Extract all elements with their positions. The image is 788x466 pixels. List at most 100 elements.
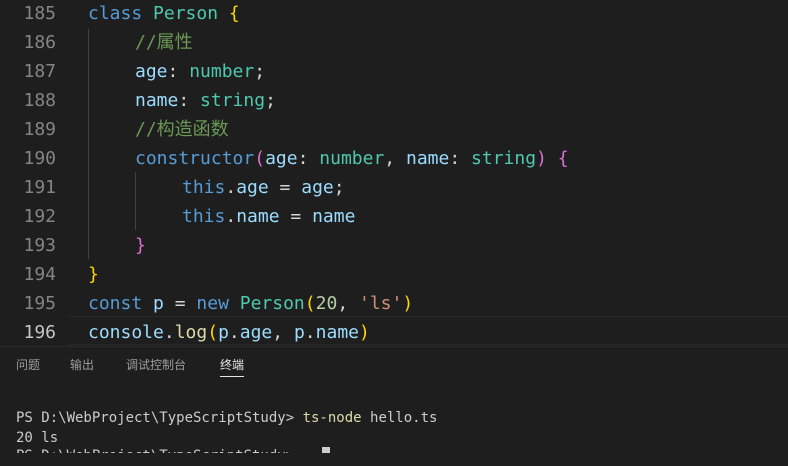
code-token: ( bbox=[254, 148, 266, 169]
code-token: name bbox=[312, 206, 356, 227]
code-line[interactable]: 195 const p = new Person(20, 'ls') bbox=[0, 289, 788, 318]
code-token: ; bbox=[265, 90, 276, 111]
code-token: { bbox=[228, 3, 240, 24]
code-token: Person bbox=[239, 293, 305, 314]
code-line[interactable]: 194} bbox=[0, 260, 788, 289]
code-token: { bbox=[557, 148, 569, 169]
code-token: new bbox=[196, 293, 240, 314]
line-number: 196 bbox=[23, 322, 56, 343]
code-token: //构造函数 bbox=[135, 119, 229, 140]
code-token: p bbox=[153, 293, 164, 314]
code-token: = bbox=[279, 206, 313, 227]
code-token: ( bbox=[304, 293, 316, 314]
terminal-output: 20 ls bbox=[16, 430, 59, 446]
code-token: string bbox=[200, 90, 266, 111]
code-token: , bbox=[337, 293, 359, 314]
code-token: age bbox=[239, 322, 273, 343]
terminal-cursor bbox=[322, 447, 330, 453]
code-text: age: number; bbox=[135, 57, 265, 86]
code-token: const bbox=[88, 293, 154, 314]
line-number: 186 bbox=[23, 32, 56, 53]
code-line[interactable]: 190 constructor(age: number, name: string… bbox=[0, 144, 788, 173]
code-line[interactable]: 196 console.log(p.age, p.name) bbox=[0, 318, 788, 346]
code-token: class bbox=[88, 3, 154, 24]
panel-tabs: 问题 输出 调试控制台 终端 bbox=[0, 347, 788, 383]
code-token: : bbox=[449, 148, 472, 169]
code-token: Person bbox=[153, 3, 229, 24]
code-token: = bbox=[163, 293, 197, 314]
code-token: ; bbox=[254, 61, 266, 82]
code-text: this.name = name bbox=[182, 202, 355, 231]
code-line[interactable]: 185 class Person { bbox=[0, 0, 788, 28]
code-token: ) bbox=[359, 322, 370, 343]
code-token: . bbox=[225, 206, 237, 227]
code-text: //属性 bbox=[135, 28, 193, 57]
code-token: log bbox=[174, 322, 208, 343]
code-token: 'ls' bbox=[359, 293, 403, 314]
code-token: . bbox=[228, 322, 240, 343]
code-token: ( bbox=[207, 322, 219, 343]
code-token: console bbox=[88, 322, 164, 343]
code-line[interactable]: 192 this.name = name bbox=[0, 202, 788, 231]
code-text: } bbox=[88, 260, 99, 289]
code-token: age bbox=[301, 177, 334, 198]
code-token: . bbox=[304, 322, 316, 343]
terminal-command: ts-node bbox=[302, 410, 362, 426]
code-token: ) bbox=[402, 293, 414, 314]
terminal-args: hello.ts bbox=[361, 410, 438, 426]
code-token: name bbox=[236, 206, 280, 227]
code-token: ) bbox=[536, 148, 558, 169]
code-token: number bbox=[319, 148, 385, 169]
code-token: : bbox=[167, 61, 190, 82]
code-token: = bbox=[268, 177, 302, 198]
code-token: , bbox=[384, 148, 406, 169]
tab-terminal[interactable]: 终端 bbox=[220, 347, 245, 383]
terminal-line-partial: PS D:\WebProject\TypeScriptStudy> bbox=[16, 448, 295, 464]
code-token: . bbox=[225, 177, 237, 198]
code-token: string bbox=[471, 148, 537, 169]
code-text: name: string; bbox=[135, 86, 276, 115]
code-text: //构造函数 bbox=[135, 115, 229, 144]
terminal-prompt: PS D:\WebProject\TypeScriptStudy> bbox=[16, 410, 303, 426]
line-number: 192 bbox=[23, 206, 56, 227]
code-text: class Person { bbox=[88, 0, 240, 28]
line-number: 188 bbox=[23, 90, 56, 111]
code-text: constructor(age: number, name: string) { bbox=[135, 144, 569, 173]
terminal-line-command[interactable]: PS D:\WebProject\TypeScriptStudy> ts-nod… bbox=[16, 408, 437, 428]
code-token: age bbox=[265, 148, 298, 169]
line-number: 185 bbox=[23, 3, 56, 24]
code-text: const p = new Person(20, 'ls') bbox=[88, 289, 413, 318]
code-token: age bbox=[135, 61, 168, 82]
code-token: . bbox=[163, 322, 175, 343]
code-line[interactable]: 187 age: number; bbox=[0, 57, 788, 86]
tab-output[interactable]: 输出 bbox=[70, 347, 94, 383]
code-line[interactable]: 189 //构造函数 bbox=[0, 115, 788, 144]
code-token: constructor bbox=[135, 148, 255, 169]
line-number: 191 bbox=[23, 177, 56, 198]
code-token: name bbox=[405, 148, 450, 169]
bottom-panel: 问题 输出 调试控制台 终端 bbox=[0, 346, 788, 453]
code-token: name bbox=[315, 322, 359, 343]
code-token: ; bbox=[333, 177, 345, 198]
tab-problems[interactable]: 问题 bbox=[16, 347, 40, 383]
code-text: } bbox=[135, 231, 146, 260]
line-number: 187 bbox=[23, 61, 56, 82]
code-token: name bbox=[135, 90, 179, 111]
code-token: : bbox=[297, 148, 320, 169]
code-editor[interactable]: 185 class Person {186//属性 187 age: number; 1… bbox=[0, 0, 788, 346]
line-number: 189 bbox=[23, 119, 56, 140]
code-token: } bbox=[88, 264, 99, 285]
tab-debug-console[interactable]: 调试控制台 bbox=[126, 347, 186, 383]
code-line[interactable]: 186 //属性 bbox=[0, 28, 788, 57]
code-token: this bbox=[182, 206, 226, 227]
code-token: age bbox=[236, 177, 269, 198]
code-token: 20 bbox=[315, 293, 338, 314]
code-line[interactable]: 191 this.age = age; bbox=[0, 173, 788, 202]
code-token: } bbox=[135, 235, 146, 256]
code-token: this bbox=[182, 177, 226, 198]
code-line[interactable]: 193} bbox=[0, 231, 788, 260]
code-line[interactable]: 188 name: string; bbox=[0, 86, 788, 115]
code-token: //属性 bbox=[135, 32, 193, 53]
code-token: , bbox=[272, 322, 294, 343]
line-number: 194 bbox=[23, 264, 56, 285]
